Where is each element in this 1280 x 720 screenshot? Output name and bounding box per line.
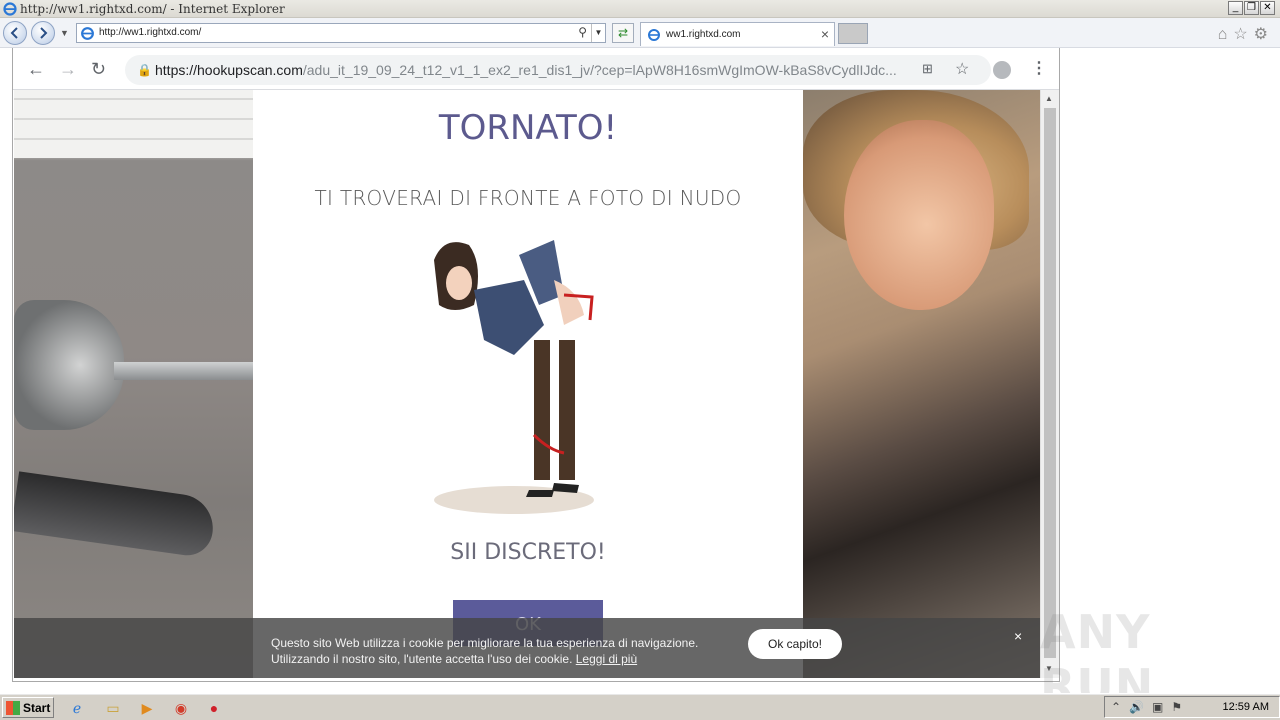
cartoon-illustration	[434, 240, 594, 514]
cookie-more-link[interactable]: Leggi di più	[576, 652, 637, 666]
restore-button[interactable]: ❐	[1244, 1, 1259, 15]
ie-tab-icon	[648, 29, 660, 41]
close-window-button[interactable]: ✕	[1260, 1, 1275, 15]
chrome-taskbar-icon[interactable]: ◉	[170, 698, 192, 718]
page-headline: TORNATO!	[438, 108, 618, 148]
media-player-taskbar-icon[interactable]: ▶	[136, 698, 158, 718]
vacuum-pipe	[114, 362, 253, 380]
scroll-thumb[interactable]	[1044, 108, 1056, 658]
forward-arrow-icon	[40, 27, 48, 39]
tray-icons[interactable]: ⌃🔊▣⚑	[1111, 700, 1190, 714]
chrome-url: https://hookupscan.com/adu_it_19_09_24_t…	[155, 62, 915, 78]
cookie-accept-button[interactable]: Ok capito!	[748, 629, 842, 659]
brick-wall	[14, 90, 253, 158]
ie-right-icons: ⌂☆⚙	[1218, 24, 1274, 44]
tab-label: ww1.rightxd.com	[666, 29, 741, 40]
ie-address-bar[interactable]: http://ww1.rightxd.com/ ⚲ ▼	[76, 23, 606, 43]
web-page: TORNATO! TI TROVERAI DI FRONTE A FOTO DI…	[14, 90, 1040, 678]
translate-icon[interactable]: ⊞	[922, 61, 933, 77]
address-dropdown-icon[interactable]: ▼	[591, 24, 605, 42]
bookmark-star-icon[interactable]: ☆	[955, 59, 969, 79]
ie-logo-icon	[3, 2, 17, 16]
url-path: /adu_it_19_09_24_t12_v1_1_ex2_re1_dis1_j…	[302, 62, 897, 78]
opera-taskbar-icon[interactable]: ●	[203, 698, 225, 718]
cookie-text: Questo sito Web utilizza i cookie per mi…	[271, 635, 698, 667]
taskbar: Start ℯ ▭ ▶ ◉ ● ⌃🔊▣⚑ 12:59 AM	[0, 693, 1280, 720]
start-label: Start	[23, 701, 51, 715]
start-button[interactable]: Start	[2, 697, 54, 718]
ie-title-bar: http://ww1.rightxd.com/ - Internet Explo…	[0, 0, 1280, 18]
chrome-omnibox[interactable]: 🔒 https://hookupscan.com/adu_it_19_09_24…	[125, 55, 991, 85]
system-tray: ⌃🔊▣⚑ 12:59 AM	[1104, 696, 1280, 718]
chrome-back-icon[interactable]: ←	[27, 59, 45, 80]
scroll-up-icon[interactable]: ▲	[1045, 94, 1053, 103]
cookie-line-2-text: Utilizzando il nostro sito, l'utente acc…	[271, 652, 573, 666]
inner-browser: ← → ↻ 🔒 https://hookupscan.com/adu_it_19…	[12, 48, 1060, 682]
refresh-icon[interactable]: ⇄	[612, 23, 634, 43]
tray-clock: 12:59 AM	[1222, 701, 1269, 713]
window-title: http://ww1.rightxd.com/ - Internet Explo…	[20, 2, 285, 16]
lock-icon[interactable]: 🔒	[137, 63, 152, 77]
chrome-reload-icon[interactable]: ↻	[91, 59, 106, 80]
ie-address-text: http://ww1.rightxd.com/	[99, 27, 202, 38]
ie-toolbar: ▼ http://ww1.rightxd.com/ ⚲ ▼ ⇄ ww1.righ…	[0, 18, 1280, 48]
windows-logo-icon	[6, 701, 20, 715]
profile-avatar-icon[interactable]	[993, 61, 1011, 79]
page-subhead: TI TROVERAI DI FRONTE A FOTO DI NUDO	[314, 186, 742, 210]
search-icon[interactable]: ⚲	[578, 25, 587, 39]
ie-back-button[interactable]	[3, 21, 27, 45]
chrome-menu-icon[interactable]: ⋮	[1031, 58, 1047, 78]
url-domain: https://hookupscan.com	[155, 62, 303, 78]
page-scrollbar[interactable]: ▲ ▼	[1040, 90, 1059, 678]
home-icon[interactable]: ⌂	[1218, 26, 1234, 43]
cookie-line-1: Questo sito Web utilizza i cookie per mi…	[271, 636, 699, 650]
new-tab-button[interactable]	[838, 23, 868, 44]
chrome-toolbar: ← → ↻ 🔒 https://hookupscan.com/adu_it_19…	[13, 48, 1059, 90]
cookie-banner: Questo sito Web utilizza i cookie per mi…	[14, 618, 1040, 678]
ie-taskbar-icon[interactable]: ℯ	[66, 698, 88, 718]
favorites-star-icon[interactable]: ☆	[1233, 26, 1253, 43]
history-dropdown-icon[interactable]: ▼	[60, 28, 69, 38]
settings-gear-icon[interactable]: ⚙	[1254, 26, 1274, 43]
ie-page-icon	[81, 27, 94, 40]
ie-forward-button[interactable]	[31, 21, 55, 45]
ie-tab[interactable]: ww1.rightxd.com ×	[640, 22, 835, 46]
folder-taskbar-icon[interactable]: ▭	[102, 698, 124, 718]
cookie-close-icon[interactable]: ×	[1014, 628, 1022, 644]
discreet-text: SII DISCRETO!	[450, 540, 606, 565]
chrome-forward-icon[interactable]: →	[59, 59, 77, 80]
leg-shape	[14, 471, 218, 559]
face-shape	[844, 120, 994, 310]
tab-close-icon[interactable]: ×	[821, 26, 829, 42]
vacuum-shape	[14, 300, 124, 430]
left-photo	[14, 90, 253, 678]
minimize-button[interactable]: _	[1228, 1, 1243, 15]
back-arrow-icon	[10, 27, 18, 39]
cookie-line-2: Utilizzando il nostro sito, l'utente acc…	[271, 651, 698, 667]
